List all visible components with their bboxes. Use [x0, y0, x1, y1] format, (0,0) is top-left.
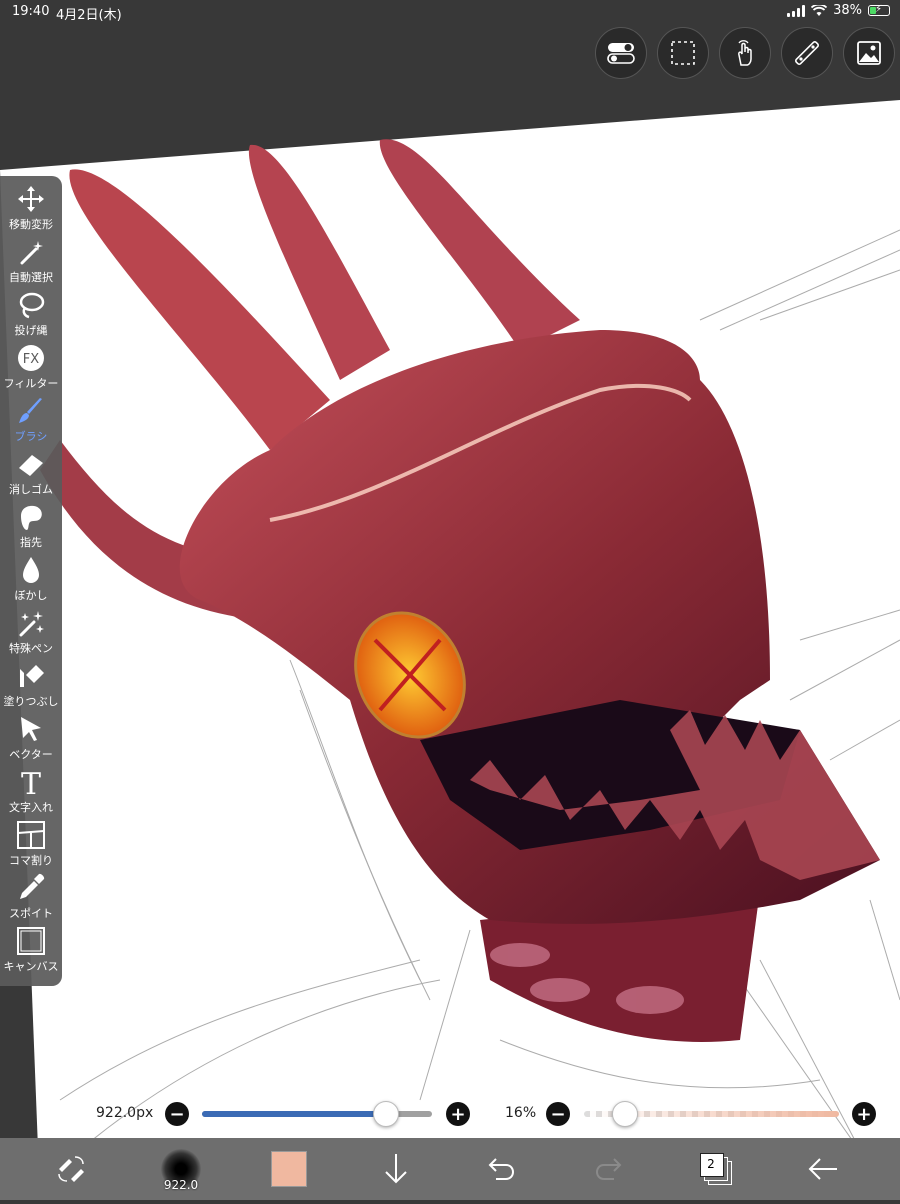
brush-size-slider-fill: [202, 1111, 386, 1117]
swap-brush-eraser-icon: [58, 1156, 84, 1182]
opacity-value: 16%: [505, 1105, 537, 1121]
tool-label: 特殊ペン: [9, 642, 53, 655]
tool-label: 指先: [20, 536, 42, 549]
undo-button[interactable]: [478, 1146, 524, 1192]
tool-label: 自動選択: [9, 271, 53, 284]
redo-icon: [595, 1158, 622, 1180]
tool-move[interactable]: 移動変形: [0, 184, 62, 236]
move-icon: [18, 186, 44, 212]
tool-label: スポイト: [9, 907, 53, 920]
arrow-left-icon: [808, 1158, 837, 1180]
brush-size-value: 922.0px: [96, 1105, 154, 1121]
toggle-icon: [607, 43, 635, 64]
tool-text[interactable]: T 文字入れ: [0, 767, 62, 819]
tool-finger[interactable]: 指先: [0, 502, 62, 554]
selection-icon: [671, 41, 695, 65]
material-button[interactable]: [843, 27, 895, 79]
brush-preview-button[interactable]: 922.0: [158, 1146, 204, 1192]
brush-size-label: 922.0: [163, 1178, 199, 1192]
bottom-toolbar: 922.0 2: [0, 1138, 900, 1200]
panel-icon: [17, 821, 45, 849]
sparkle-icon: [19, 611, 44, 637]
ruler-icon: [795, 41, 819, 65]
svg-text:FX: FX: [23, 352, 39, 367]
brush-size-increase-button[interactable]: +: [446, 1102, 470, 1126]
tool-label: ベクター: [9, 748, 53, 761]
tool-special-pen[interactable]: 特殊ペン: [0, 608, 62, 660]
selection-button[interactable]: [657, 27, 709, 79]
opacity-increase-button[interactable]: +: [852, 1102, 876, 1126]
layers-icon: 2: [700, 1153, 732, 1185]
current-color-swatch: [271, 1151, 307, 1187]
drawing-canvas[interactable]: [0, 0, 900, 1200]
brush-icon: [19, 398, 42, 423]
tool-label: ブラシ: [14, 430, 48, 443]
gesture-icon: [738, 40, 752, 66]
opacity-decrease-button[interactable]: −: [546, 1102, 570, 1126]
tool-label: 文字入れ: [9, 801, 53, 814]
layer-count: 2: [707, 1157, 715, 1171]
tool-blur[interactable]: ぼかし: [0, 555, 62, 607]
tool-label: フィルター: [3, 377, 59, 390]
brush-size-slider-thumb[interactable]: [373, 1101, 399, 1127]
tool-palette: 移動変形 自動選択 投げ縄 FX フィルター ブラシ 消しゴム 指先 ぼかし 特…: [0, 176, 62, 986]
fx-icon: FX: [18, 345, 44, 371]
ruler-button[interactable]: [781, 27, 833, 79]
back-button[interactable]: [800, 1146, 846, 1192]
text-icon: T: [21, 767, 41, 797]
tool-label: コマ割り: [9, 854, 53, 867]
bucket-icon: [20, 665, 44, 687]
brush-size-decrease-button[interactable]: −: [165, 1102, 189, 1126]
opacity-slider-thumb[interactable]: [611, 1101, 638, 1127]
tool-filter[interactable]: FX フィルター: [0, 343, 62, 395]
color-button[interactable]: [266, 1146, 312, 1192]
tool-label: ぼかし: [14, 589, 48, 602]
tool-label: 移動変形: [9, 218, 53, 231]
status-bar: 19:40 4月2日(木) 38% ⚡: [0, 0, 900, 24]
finger-icon: [21, 505, 42, 530]
tool-eyedropper[interactable]: スポイト: [0, 873, 62, 925]
tool-vector[interactable]: ベクター: [0, 714, 62, 766]
artwork: [0, 100, 900, 1200]
gesture-button[interactable]: [719, 27, 771, 79]
material-icon: [857, 41, 881, 65]
swap-tool-button[interactable]: [48, 1146, 94, 1192]
current-color: [272, 1152, 306, 1186]
magic-wand-icon: [20, 241, 43, 265]
tool-lasso[interactable]: 投げ縄: [0, 290, 62, 342]
eraser-icon: [19, 455, 43, 476]
toggle-button[interactable]: [595, 27, 647, 79]
battery-icon: ⚡: [868, 4, 890, 16]
tool-eraser[interactable]: 消しゴム: [0, 449, 62, 501]
tool-panel[interactable]: コマ割り: [0, 820, 62, 872]
tool-label: 消しゴム: [9, 483, 53, 496]
redo-button[interactable]: [586, 1146, 632, 1192]
wifi-icon: [811, 4, 828, 16]
svg-text:T: T: [21, 767, 41, 797]
arrow-down-icon: [385, 1154, 407, 1184]
eyedropper-icon: [20, 873, 45, 899]
tool-fill[interactable]: 塗りつぶし: [0, 661, 62, 713]
status-indicators: 38% ⚡: [787, 3, 890, 18]
tool-label: 投げ縄: [14, 324, 48, 337]
tool-magic-wand[interactable]: 自動選択: [0, 237, 62, 289]
cellular-signal-icon: [787, 4, 806, 17]
tool-canvas[interactable]: キャンバス: [0, 926, 62, 978]
status-date: 4月2日(木): [56, 8, 122, 23]
canvas-icon: [17, 927, 45, 955]
tool-brush[interactable]: ブラシ: [0, 396, 62, 448]
download-button[interactable]: [373, 1146, 419, 1192]
layers-button[interactable]: 2: [692, 1146, 738, 1192]
status-time: 19:40: [12, 4, 50, 19]
blur-icon: [23, 557, 39, 583]
undo-icon: [488, 1158, 515, 1180]
brush-preview: 922.0: [161, 1149, 201, 1192]
cursor-icon: [21, 717, 41, 741]
tool-label: キャンバス: [3, 960, 59, 973]
battery-percent: 38%: [833, 3, 862, 18]
tool-label: 塗りつぶし: [3, 695, 59, 708]
lasso-icon: [19, 292, 45, 319]
